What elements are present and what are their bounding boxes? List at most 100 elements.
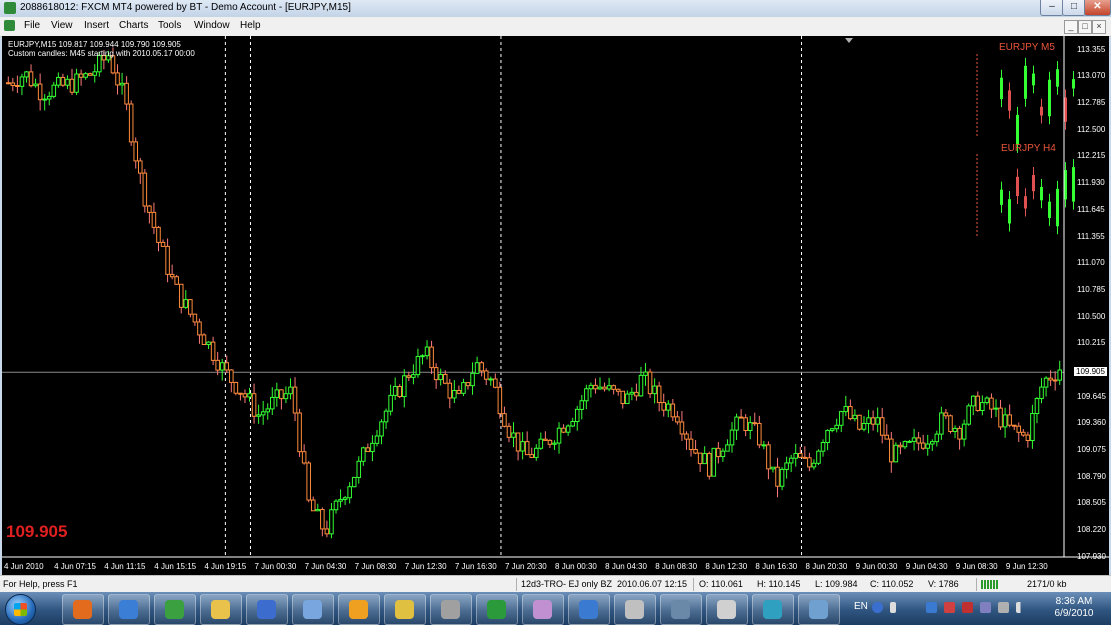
candle — [251, 383, 257, 424]
price-axis-label: 113.070 — [1077, 71, 1106, 81]
candle-body — [238, 392, 243, 395]
candle-body — [470, 372, 475, 387]
taskbar-app-button[interactable] — [338, 594, 380, 625]
tray-network-icon[interactable] — [980, 602, 991, 613]
candlestick-plot[interactable] — [2, 36, 1109, 575]
show-hidden-icon[interactable] — [890, 602, 896, 613]
candle — [433, 363, 439, 389]
tray-app-icon[interactable] — [926, 602, 937, 613]
chart-window-icon[interactable] — [4, 20, 15, 31]
candle — [210, 336, 216, 366]
candle-body — [711, 447, 717, 477]
candle-body — [342, 497, 348, 500]
candle-body — [15, 84, 20, 87]
candle — [802, 446, 808, 460]
candle-body — [133, 141, 138, 162]
candle — [370, 435, 375, 462]
taskbar-app-button[interactable] — [706, 594, 748, 625]
candle-body — [675, 416, 680, 423]
candle-body — [688, 438, 694, 451]
taskbar-app-button[interactable] — [798, 594, 840, 625]
status-bar: For Help, press F1 12d3-TRO- EJ only BZ … — [0, 575, 1111, 593]
candle-body — [798, 452, 803, 458]
taskbar-app-button[interactable] — [614, 594, 656, 625]
tray-security-icon[interactable] — [944, 602, 955, 613]
taskbar-app-button[interactable] — [154, 594, 196, 625]
candle — [274, 382, 280, 407]
language-indicator[interactable]: EN — [854, 601, 868, 612]
start-button[interactable] — [5, 594, 36, 625]
taskbar-app-button[interactable] — [384, 594, 426, 625]
candle — [702, 446, 707, 465]
candle — [156, 225, 161, 252]
maximize-button[interactable]: □ — [1062, 0, 1086, 16]
candle — [675, 411, 680, 425]
candle — [597, 377, 603, 391]
taskbar-app-button[interactable] — [476, 594, 518, 625]
taskbar-app-button[interactable] — [292, 594, 334, 625]
candle-body — [87, 73, 93, 76]
candle-body — [975, 395, 981, 412]
candle-body — [770, 466, 776, 470]
mdi-close-button[interactable]: × — [1092, 20, 1106, 34]
dashboard-icon — [763, 600, 782, 619]
status-low: L: 109.984 — [815, 579, 858, 589]
mdi-restore-button[interactable]: □ — [1078, 20, 1092, 34]
candle-body — [374, 435, 380, 444]
candle-body — [902, 440, 908, 448]
taskbar-app-button[interactable] — [62, 594, 104, 625]
taskbar-app-button[interactable] — [246, 594, 288, 625]
taskbar-app-button[interactable] — [200, 594, 242, 625]
candle-body — [251, 393, 257, 417]
candle — [725, 439, 730, 452]
status-separator — [693, 578, 694, 591]
candle — [834, 418, 839, 433]
time-axis-label: 7 Jun 00:30 — [254, 562, 297, 571]
tray-power-icon[interactable] — [998, 602, 1009, 613]
chart-shift-marker[interactable] — [845, 38, 853, 43]
menu-insert[interactable]: Insert — [84, 20, 109, 31]
candle — [219, 358, 225, 381]
candle-body — [1039, 386, 1044, 400]
connection-bars-icon[interactable] — [981, 580, 999, 589]
menu-charts[interactable]: Charts — [119, 20, 148, 31]
candle-body — [679, 421, 685, 435]
taskbar-clock[interactable]: 8:36 AM 6/9/2010 — [1040, 596, 1108, 620]
candle-body — [151, 211, 157, 228]
candle-body — [884, 434, 890, 440]
menu-file[interactable]: File — [24, 20, 40, 31]
menu-view[interactable]: View — [51, 20, 73, 31]
taskbar-app-button[interactable] — [430, 594, 472, 625]
menu-help[interactable]: Help — [240, 20, 261, 31]
menu-window[interactable]: Window — [194, 20, 230, 31]
candle — [92, 64, 98, 83]
candle-body — [989, 397, 994, 410]
taskbar-app-button[interactable] — [752, 594, 794, 625]
minimize-button[interactable]: – — [1040, 0, 1064, 16]
candle-body — [124, 82, 129, 105]
taskbar-app-button[interactable] — [660, 594, 702, 625]
candle-body — [65, 78, 70, 86]
tray-antivirus-icon[interactable] — [962, 602, 973, 613]
menu-tools[interactable]: Tools — [158, 20, 181, 31]
status-profile[interactable]: 12d3-TRO- EJ only BZ — [521, 579, 612, 589]
taskbar-app-button[interactable] — [568, 594, 610, 625]
clock-time: 8:36 AM — [1055, 596, 1093, 607]
help-icon[interactable] — [872, 602, 883, 613]
candle — [392, 377, 398, 401]
clock-date: 6/9/2010 — [1054, 608, 1094, 619]
time-axis-label: 4 Jun 11:15 — [104, 562, 146, 571]
candle — [602, 382, 607, 392]
candle — [320, 507, 325, 537]
close-button[interactable]: ✕ — [1084, 0, 1111, 16]
status-separator — [976, 578, 977, 591]
mdi-minimize-button[interactable]: _ — [1064, 20, 1078, 34]
candle — [301, 444, 307, 465]
volume-icon[interactable] — [1016, 602, 1027, 613]
taskbar-app-button[interactable] — [108, 594, 150, 625]
candle-body — [338, 498, 343, 502]
price-chart[interactable]: EURJPY,M15 109.817 109.944 109.790 109.9… — [2, 36, 1109, 575]
taskbar-app-button[interactable] — [522, 594, 564, 625]
candle — [188, 299, 193, 318]
candle — [684, 431, 689, 450]
